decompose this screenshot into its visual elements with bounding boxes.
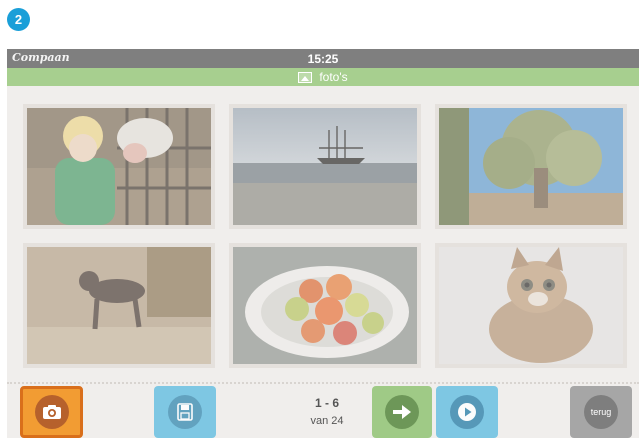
tablet-screen: Compaan 15:25 foto's 1 - 6 van 24 terug (7, 49, 639, 438)
photo-icon (298, 71, 313, 83)
step-badge: 2 (7, 8, 30, 31)
clock: 15:25 (307, 51, 339, 66)
photo-child-cow (27, 108, 211, 225)
save-button[interactable] (154, 386, 216, 438)
photo-tile-kitten[interactable] (435, 243, 627, 368)
photo-kitten (439, 247, 623, 364)
photo-tile-child-cow[interactable] (23, 104, 215, 229)
camera-button[interactable] (20, 386, 83, 438)
page-indicator: 1 - 6 van 24 (287, 396, 367, 427)
camera-icon (34, 395, 69, 429)
photo-fruit (233, 247, 417, 364)
photo-ship (233, 108, 417, 225)
status-bar: Compaan 15:25 (7, 49, 639, 68)
page-title: foto's (319, 70, 348, 84)
play-icon (450, 395, 484, 429)
brand-logo: Compaan (12, 51, 70, 64)
page-range: 1 - 6 (314, 396, 339, 410)
toolbar-divider (7, 382, 639, 384)
arrow-right-icon (385, 395, 419, 429)
save-icon (168, 395, 202, 429)
photo-tile-tree[interactable] (435, 104, 627, 229)
photo-dog (27, 247, 211, 364)
back-button[interactable]: terug (570, 386, 632, 438)
photo-tile-ship[interactable] (229, 104, 421, 229)
page-total: van 24 (310, 415, 344, 427)
photo-tree (439, 108, 623, 225)
back-label: terug (584, 395, 618, 429)
next-page-button[interactable] (372, 386, 432, 438)
photo-grid (23, 104, 633, 374)
photo-tile-dog[interactable] (23, 243, 215, 368)
photo-tile-fruit[interactable] (229, 243, 421, 368)
play-button[interactable] (436, 386, 498, 438)
title-bar: foto's (7, 68, 639, 86)
